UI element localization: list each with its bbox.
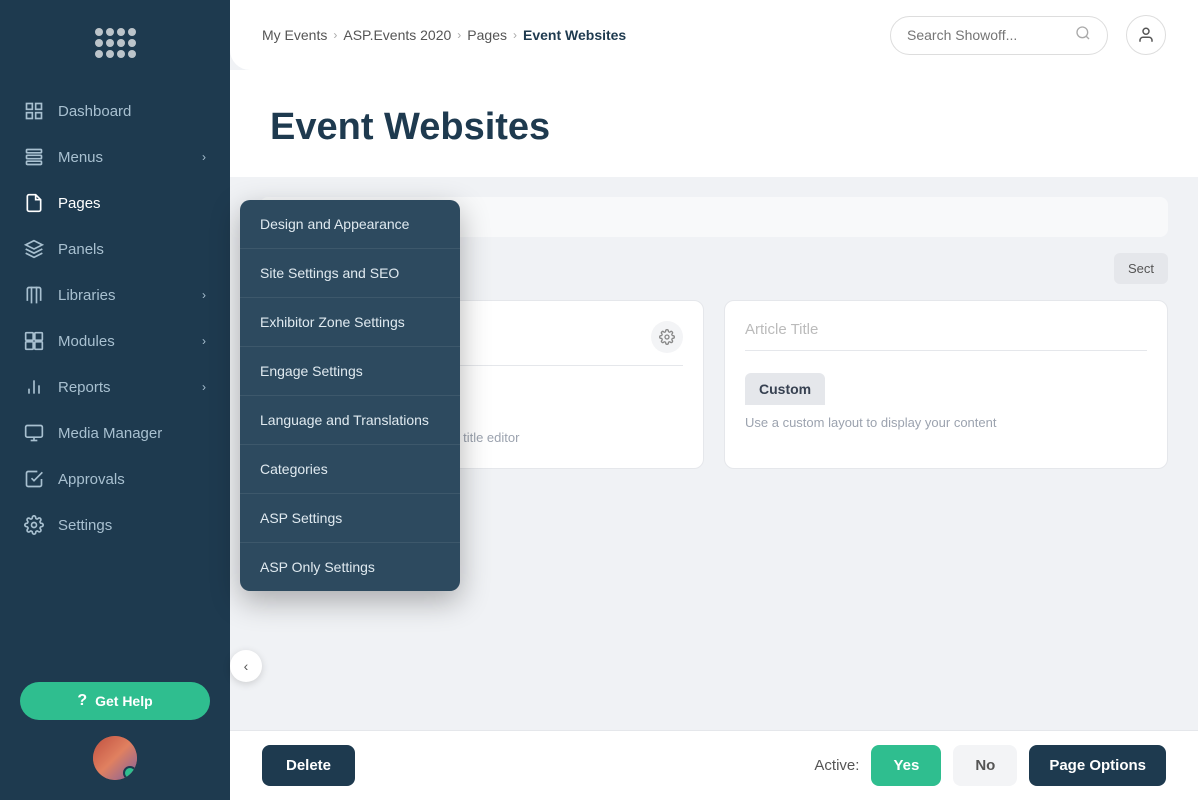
card-type-label: Custom bbox=[745, 373, 825, 405]
breadcrumb-arrow: › bbox=[457, 28, 461, 42]
chevron-left-icon: ‹ bbox=[244, 658, 249, 674]
avatar-badge bbox=[123, 766, 137, 780]
page-title: Event Websites bbox=[270, 106, 1158, 149]
panels-icon bbox=[24, 239, 44, 259]
dropdown-item-language-translations[interactable]: Language and Translations bbox=[240, 396, 460, 445]
dropdown-item-exhibitor-zone[interactable]: Exhibitor Zone Settings bbox=[240, 298, 460, 347]
breadcrumb-my-events[interactable]: My Events bbox=[262, 27, 327, 43]
chevron-right-icon: › bbox=[202, 334, 206, 348]
logo-dots bbox=[95, 28, 136, 58]
gear-button[interactable] bbox=[651, 321, 683, 353]
product-card-custom: Article Title Custom Use a custom layout… bbox=[724, 300, 1168, 469]
sidebar-item-media-manager[interactable]: Media Manager bbox=[0, 410, 230, 456]
reports-icon bbox=[24, 377, 44, 397]
sidebar-item-libraries[interactable]: Libraries › bbox=[0, 272, 230, 318]
search-icon bbox=[1075, 25, 1091, 46]
settings-icon bbox=[24, 515, 44, 535]
gear-icon bbox=[659, 329, 675, 345]
dropdown-item-asp-settings[interactable]: ASP Settings bbox=[240, 494, 460, 543]
sidebar-item-label: Dashboard bbox=[58, 103, 131, 120]
pages-icon bbox=[24, 193, 44, 213]
sidebar-item-label: Reports bbox=[58, 379, 111, 396]
section-button[interactable]: Sect bbox=[1114, 253, 1168, 284]
user-icon bbox=[1137, 26, 1155, 44]
sidebar-item-label: Menus bbox=[58, 149, 103, 166]
dropdown-menu: Design and Appearance Site Settings and … bbox=[240, 200, 460, 591]
article-title-text: Article Title bbox=[745, 321, 818, 338]
breadcrumb-arrow: › bbox=[333, 28, 337, 42]
sidebar-item-pages[interactable]: Pages bbox=[0, 180, 230, 226]
sidebar-item-label: Libraries bbox=[58, 287, 116, 304]
breadcrumb-arrow: › bbox=[513, 28, 517, 42]
modules-icon bbox=[24, 331, 44, 351]
sidebar-item-settings[interactable]: Settings bbox=[0, 502, 230, 548]
breadcrumb-pages[interactable]: Pages bbox=[467, 27, 507, 43]
yes-button[interactable]: Yes bbox=[871, 745, 941, 786]
search-box bbox=[890, 16, 1108, 55]
logo bbox=[0, 0, 230, 78]
approvals-icon bbox=[24, 469, 44, 489]
dropdown-item-design-appearance[interactable]: Design and Appearance bbox=[240, 200, 460, 249]
breadcrumb-asp-events[interactable]: ASP.Events 2020 bbox=[343, 27, 451, 43]
sidebar-item-modules[interactable]: Modules › bbox=[0, 318, 230, 364]
active-label: Active: bbox=[814, 757, 859, 774]
dropdown-item-engage-settings[interactable]: Engage Settings bbox=[240, 347, 460, 396]
help-circle-icon: ? bbox=[77, 692, 87, 710]
sidebar-item-label: Approvals bbox=[58, 471, 125, 488]
bottom-bar: Delete Active: Yes No Page Options bbox=[230, 730, 1198, 800]
sidebar-item-label: Pages bbox=[58, 195, 101, 212]
topbar: My Events › ASP.Events 2020 › Pages › Ev… bbox=[230, 0, 1198, 70]
no-button[interactable]: No bbox=[953, 745, 1017, 786]
sidebar-item-panels[interactable]: Panels bbox=[0, 226, 230, 272]
nav-items: Dashboard Menus › Pages Panels Libraries… bbox=[0, 78, 230, 666]
libraries-icon bbox=[24, 285, 44, 305]
sidebar-item-label: Media Manager bbox=[58, 425, 162, 442]
avatar[interactable] bbox=[93, 736, 137, 780]
sidebar-item-label: Panels bbox=[58, 241, 104, 258]
sidebar-item-dashboard[interactable]: Dashboard bbox=[0, 88, 230, 134]
article-title-row: Article Title bbox=[745, 321, 1147, 338]
menus-icon bbox=[24, 147, 44, 167]
chevron-right-icon: › bbox=[202, 150, 206, 164]
dropdown-item-asp-only-settings[interactable]: ASP Only Settings bbox=[240, 543, 460, 591]
sidebar-item-approvals[interactable]: Approvals bbox=[0, 456, 230, 502]
page-options-button[interactable]: Page Options bbox=[1029, 745, 1166, 786]
dropdown-item-categories[interactable]: Categories bbox=[240, 445, 460, 494]
search-input[interactable] bbox=[907, 27, 1067, 43]
dashboard-icon bbox=[24, 101, 44, 121]
sidebar-item-reports[interactable]: Reports › bbox=[0, 364, 230, 410]
delete-button[interactable]: Delete bbox=[262, 745, 355, 786]
media-icon bbox=[24, 423, 44, 443]
sidebar-item-label: Modules bbox=[58, 333, 115, 350]
chevron-right-icon: › bbox=[202, 380, 206, 394]
breadcrumb-event-websites[interactable]: Event Websites bbox=[523, 27, 626, 43]
card-description: Use a custom layout to display your cont… bbox=[745, 413, 1147, 433]
sidebar-item-menus[interactable]: Menus › bbox=[0, 134, 230, 180]
get-help-button[interactable]: ? Get Help bbox=[20, 682, 210, 720]
collapse-sidebar-button[interactable]: ‹ bbox=[230, 650, 262, 682]
chevron-right-icon: › bbox=[202, 288, 206, 302]
breadcrumb: My Events › ASP.Events 2020 › Pages › Ev… bbox=[262, 27, 882, 43]
sidebar: Dashboard Menus › Pages Panels Libraries… bbox=[0, 0, 230, 800]
user-icon-button[interactable] bbox=[1126, 15, 1166, 55]
dropdown-item-site-settings[interactable]: Site Settings and SEO bbox=[240, 249, 460, 298]
sidebar-item-label: Settings bbox=[58, 517, 112, 534]
